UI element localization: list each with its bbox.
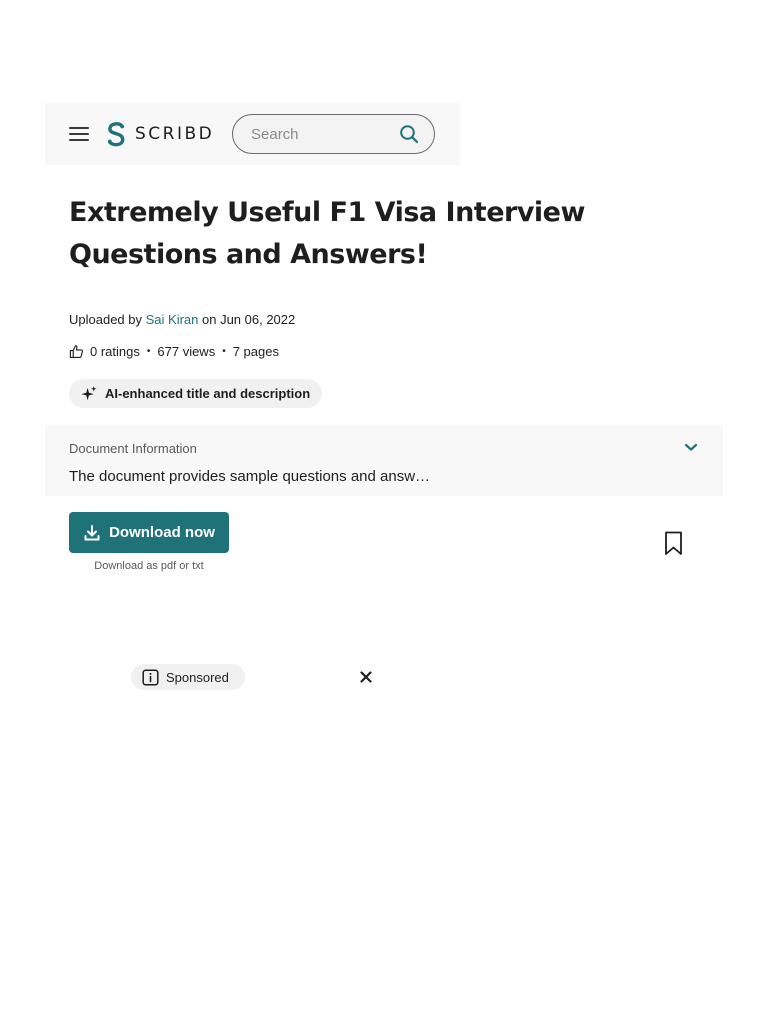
download-now-button[interactable]: Download now [69, 512, 229, 553]
thumbs-up-icon[interactable] [69, 344, 84, 359]
chevron-down-icon[interactable] [683, 441, 699, 453]
author-link[interactable]: Sai Kiran [146, 312, 199, 327]
brand-name: SCRIBD [135, 124, 215, 144]
scribd-logo-icon [107, 122, 125, 147]
uploaded-prefix: Uploaded by [69, 312, 142, 327]
close-icon[interactable] [360, 671, 372, 683]
upload-info: Uploaded by Sai Kiran on Jun 06, 2022 [69, 312, 295, 327]
bookmark-icon[interactable] [664, 531, 683, 556]
document-title: Extremely Useful F1 Visa Interview Quest… [69, 197, 585, 270]
document-information-panel[interactable]: Document Information The document provid… [45, 425, 723, 496]
download-format-note: Download as pdf or txt [94, 560, 204, 572]
separator-dot: • [222, 345, 226, 357]
sponsored-label: Sponsored [166, 669, 229, 685]
download-icon [84, 524, 100, 540]
info-icon [142, 668, 159, 686]
upload-date: on Jun 06, 2022 [202, 312, 296, 327]
ratings-count: 0 ratings [90, 343, 140, 359]
scribd-logo[interactable]: SCRIBD [105, 120, 214, 148]
top-header: SCRIBD [45, 103, 460, 165]
sparkle-icon [81, 385, 97, 401]
views-count: 677 views [157, 343, 216, 359]
hamburger-menu-icon[interactable] [69, 127, 89, 141]
pages-count: 7 pages [232, 343, 279, 359]
search-input[interactable] [249, 124, 383, 144]
download-now-label: Download now [109, 524, 215, 541]
search-icon[interactable] [399, 124, 419, 144]
ai-enhanced-chip: AI-enhanced title and description [69, 379, 323, 408]
document-summary: The document provides sample questions a… [69, 468, 431, 485]
sponsored-badge[interactable]: Sponsored [131, 664, 245, 690]
document-information-label: Document Information [69, 441, 197, 456]
search-box[interactable] [232, 114, 435, 154]
document-stats: 0 ratings • 677 views • 7 pages [69, 341, 279, 361]
page: SCRIBD Extremely Useful F1 Visa Intervie… [0, 0, 768, 1024]
ai-chip-label: AI-enhanced title and description [105, 386, 311, 401]
separator-dot: • [146, 345, 151, 357]
